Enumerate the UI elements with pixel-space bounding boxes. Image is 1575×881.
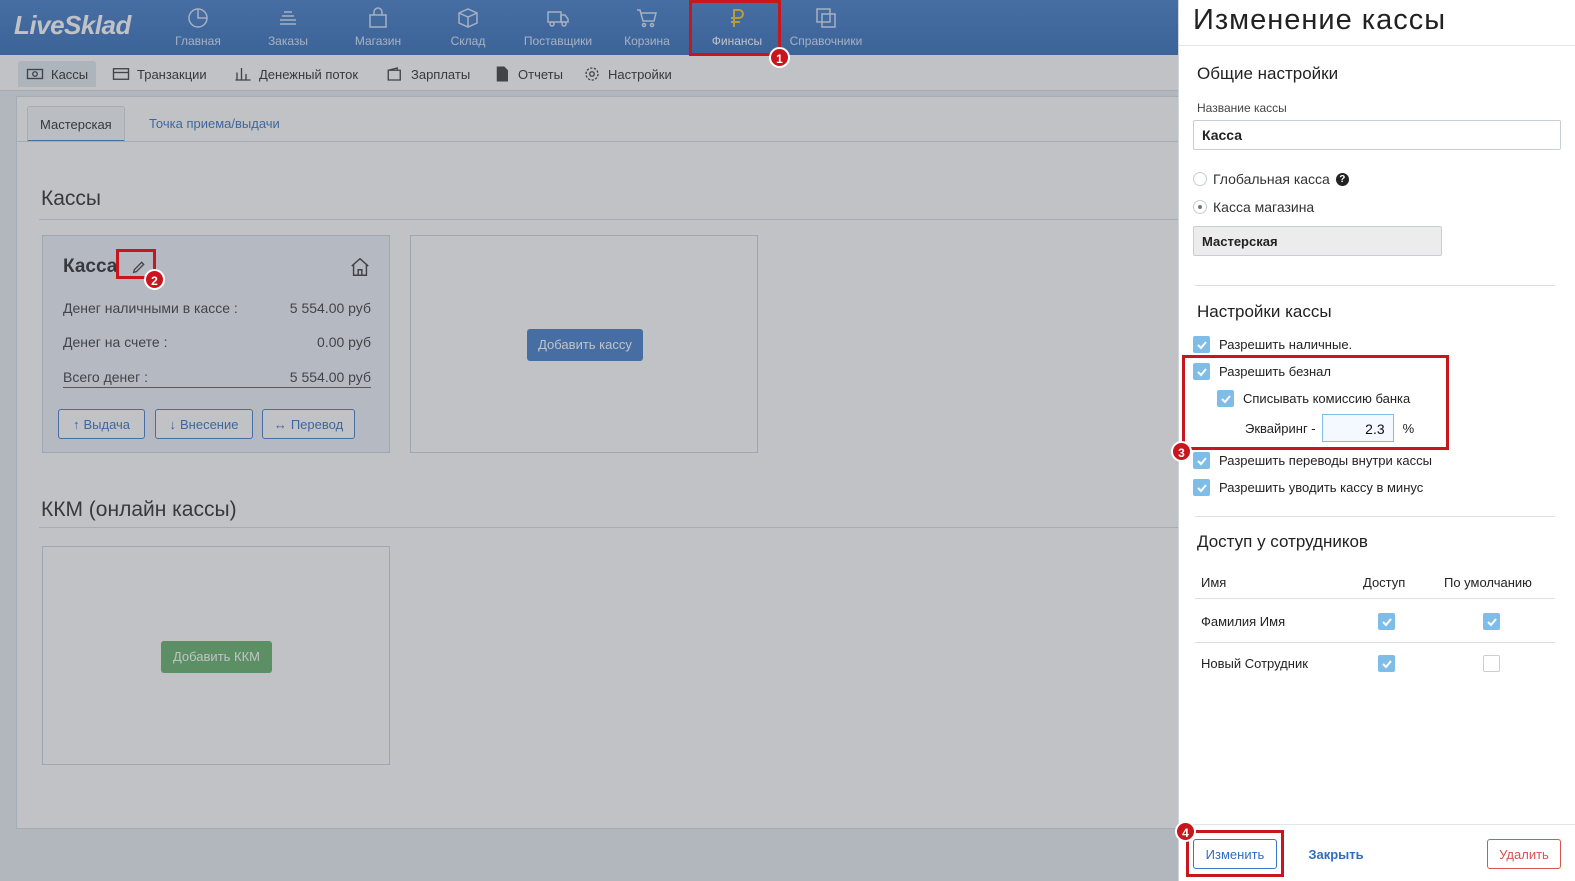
column-header-access: Доступ (1363, 575, 1406, 590)
edit-kassa-panel: Изменение кассы Общие настройки Название… (1178, 0, 1575, 881)
annotation-number: 2 (144, 269, 165, 290)
allow-cash-checkbox-row[interactable]: Разрешить наличные. (1193, 336, 1352, 353)
acquiring-input[interactable]: 2.3 (1321, 414, 1394, 442)
acquiring-label: Эквайринг - (1245, 420, 1316, 436)
panel-header: Изменение кассы (1179, 0, 1575, 46)
modal-backdrop[interactable] (0, 0, 1178, 881)
employee-default-checkbox[interactable] (1483, 655, 1500, 672)
employee-name: Фамилия Имя (1201, 614, 1286, 629)
allow-minus-checkbox[interactable] (1193, 479, 1210, 496)
panel-body: Общие настройки Название кассы Касса Гло… (1179, 46, 1575, 824)
allow-cashless-checkbox-row[interactable]: Разрешить безнал (1193, 363, 1331, 380)
annotation-number: 1 (769, 47, 790, 68)
save-button[interactable]: Изменить (1193, 839, 1277, 869)
checkmark-icon (1196, 340, 1207, 349)
radio-global-kassa[interactable]: Глобальная касса ? (1193, 171, 1349, 187)
panel-divider (1195, 516, 1555, 517)
checkmark-icon (1381, 617, 1392, 626)
checkmark-icon (1196, 483, 1207, 492)
checkbox-label: Разрешить наличные. (1219, 337, 1353, 352)
radio-label: Касса магазина (1213, 199, 1315, 215)
employee-access-checkbox[interactable] (1378, 613, 1395, 630)
radio-label: Глобальная касса (1213, 171, 1330, 187)
question-icon[interactable]: ? (1335, 172, 1349, 186)
panel-title: Изменение кассы (1193, 4, 1447, 36)
acquiring-row: Эквайринг - 2.3 % (1245, 414, 1414, 442)
checkmark-icon (1196, 456, 1207, 465)
shop-select[interactable]: Мастерская (1193, 226, 1442, 256)
table-divider (1195, 642, 1555, 643)
checkbox-label: Разрешить уводить кассу в минус (1219, 480, 1424, 495)
checkbox-label: Разрешить переводы внутри кассы (1219, 453, 1432, 468)
allow-transfers-checkbox[interactable] (1193, 452, 1210, 469)
delete-button[interactable]: Удалить (1487, 839, 1561, 869)
allow-minus-checkbox-row[interactable]: Разрешить уводить кассу в минус (1193, 479, 1423, 496)
kassa-settings-title: Настройки кассы (1197, 302, 1332, 321)
radio-button[interactable] (1193, 172, 1207, 186)
allow-transfers-checkbox-row[interactable]: Разрешить переводы внутри кассы (1193, 452, 1432, 469)
employee-access-checkbox[interactable] (1378, 655, 1395, 672)
close-button[interactable]: Закрыть (1291, 839, 1381, 869)
checkbox-label: Списывать комиссию банка (1243, 391, 1411, 406)
kassa-name-label: Название кассы (1197, 101, 1287, 115)
general-settings-title: Общие настройки (1197, 64, 1339, 83)
bank-commission-checkbox[interactable] (1217, 390, 1234, 407)
checkmark-icon (1196, 367, 1207, 376)
allow-cash-checkbox[interactable] (1193, 336, 1210, 353)
checkmark-icon (1220, 394, 1231, 403)
employee-name: Новый Сотрудник (1201, 656, 1308, 671)
column-header-name: Имя (1201, 575, 1227, 590)
column-header-default: По умолчанию (1444, 575, 1532, 590)
employee-default-checkbox[interactable] (1483, 613, 1500, 630)
employee-access-title: Доступ у сотрудников (1197, 532, 1368, 551)
annotation-number: 3 (1171, 441, 1192, 462)
annotation-number: 4 (1175, 821, 1196, 842)
checkmark-icon (1381, 659, 1392, 668)
checkbox-label: Разрешить безнал (1219, 364, 1331, 379)
allow-cashless-checkbox[interactable] (1193, 363, 1210, 380)
radio-shop-kassa[interactable]: Касса магазина (1193, 199, 1314, 215)
checkmark-icon (1486, 617, 1497, 626)
percent-label: % (1402, 420, 1415, 436)
radio-button[interactable] (1193, 200, 1207, 214)
panel-footer: Изменить Закрыть Удалить (1179, 824, 1575, 881)
table-divider (1195, 598, 1555, 599)
panel-divider (1195, 285, 1555, 286)
kassa-name-input[interactable]: Касса (1193, 120, 1561, 150)
bank-commission-checkbox-row[interactable]: Списывать комиссию банка (1217, 390, 1410, 407)
